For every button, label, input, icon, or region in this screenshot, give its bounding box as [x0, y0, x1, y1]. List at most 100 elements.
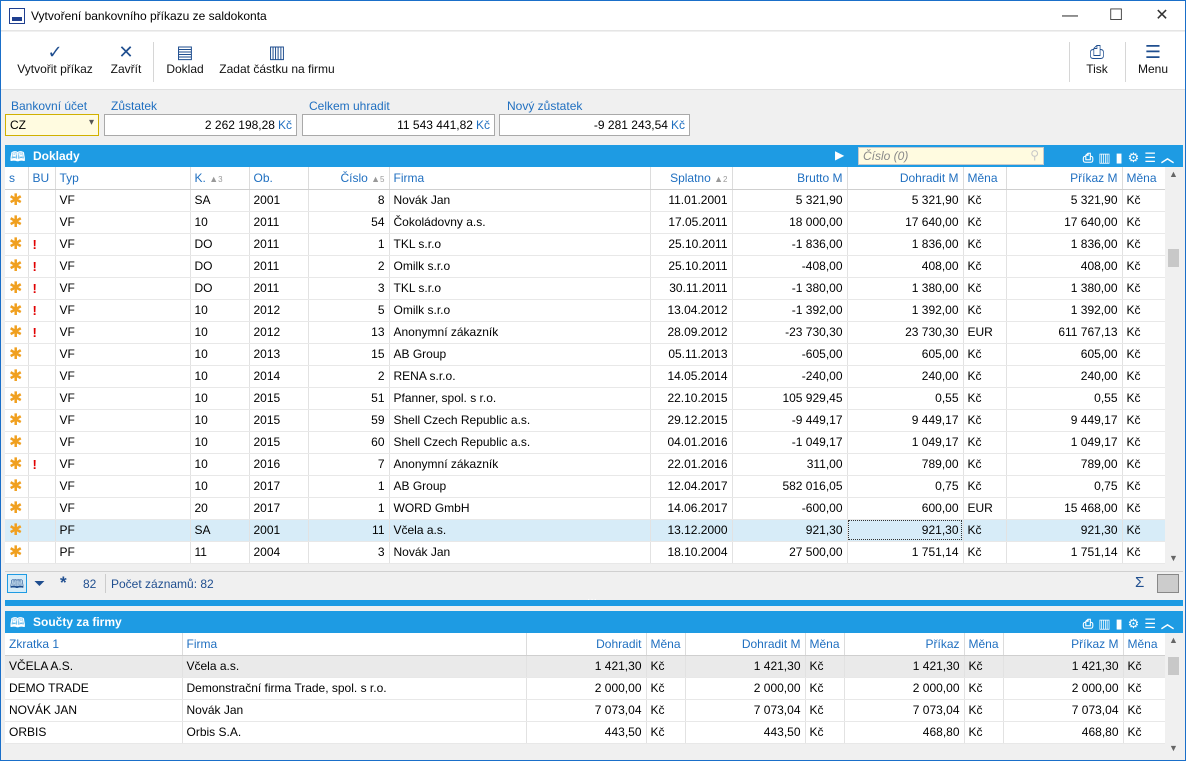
cell-brutto[interactable]: -1 049,17 — [732, 431, 848, 454]
cell-zkratka[interactable]: DEMO TRADE — [5, 677, 183, 700]
cell-dohradit[interactable]: 443,50 — [526, 721, 647, 744]
cell-k[interactable]: 10 — [190, 453, 250, 476]
cell-ob[interactable]: 2017 — [249, 475, 309, 498]
cell-bu[interactable] — [28, 431, 56, 454]
cell-splatno[interactable]: 29.12.2015 — [650, 409, 733, 432]
cell-prikaz[interactable]: 1 380,00 — [1006, 277, 1123, 300]
cell-typ[interactable]: VF — [55, 497, 191, 520]
cell-k[interactable]: DO — [190, 277, 250, 300]
cell-bu[interactable]: ! — [28, 233, 56, 256]
col-firma[interactable]: Firma — [182, 633, 527, 656]
cell-dohraditm[interactable]: 2 000,00 — [685, 677, 806, 700]
cell-bu[interactable]: ! — [28, 255, 56, 278]
cell-splatno[interactable]: 05.11.2013 — [650, 343, 733, 366]
cell-splatno[interactable]: 22.01.2016 — [650, 453, 733, 476]
cell-mena3[interactable]: Kč — [964, 699, 1004, 722]
table-row[interactable]: ✱ VF 10 2017 1 AB Group 12.04.2017 582 016,05 0,… — [5, 475, 1166, 498]
cell-k[interactable]: 10 — [190, 343, 250, 366]
cell-dohradit[interactable]: 5 321,90 — [847, 189, 964, 212]
cell-prikazm[interactable]: 1 421,30 — [1003, 655, 1124, 678]
asterisk-icon[interactable]: * — [60, 573, 67, 593]
col-mena[interactable]: Měna — [805, 633, 845, 656]
cell-mena2[interactable]: Kč — [805, 677, 845, 700]
cell-typ[interactable]: VF — [55, 277, 191, 300]
cell-firma[interactable]: AB Group — [389, 343, 651, 366]
cell-dohradit[interactable]: 23 730,30 — [847, 321, 964, 344]
table-row[interactable]: ✱ VF 10 2014 2 RENA s.r.o. 14.05.2014 -240,00 24… — [5, 365, 1166, 388]
cell-mena[interactable]: Kč — [963, 211, 1007, 234]
cell-mena2[interactable]: Kč — [1122, 255, 1166, 278]
cell-prikaz[interactable]: 7 073,04 — [844, 699, 965, 722]
cell-dohradit[interactable]: 0,75 — [847, 475, 964, 498]
col-mena2[interactable]: Měna — [1122, 167, 1166, 190]
table-row[interactable]: NOVÁK JAN Novák Jan 7 073,04 Kč 7 073,04 Kč 7 … — [5, 699, 1166, 722]
col-splatno[interactable]: Splatno ▲2 — [650, 167, 733, 190]
cell-ob[interactable]: 2011 — [249, 277, 309, 300]
cell-typ[interactable]: VF — [55, 409, 191, 432]
cell-cislo[interactable]: 3 — [308, 541, 390, 564]
cell-mena[interactable]: Kč — [963, 409, 1007, 432]
cell-k[interactable]: DO — [190, 233, 250, 256]
cell-prikaz[interactable]: 1 421,30 — [844, 655, 965, 678]
cell-mena2[interactable]: Kč — [1122, 431, 1166, 454]
sum-icon[interactable]: Σ — [1135, 574, 1144, 591]
table-row[interactable]: ✱! VF DO 2011 2 Omilk s.r.o 25.10.2011 -408,00 4… — [5, 255, 1166, 278]
cell-dohradit[interactable]: 1 380,00 — [847, 277, 964, 300]
cell-mena2[interactable]: Kč — [1122, 365, 1166, 388]
cell-prikaz[interactable]: 17 640,00 — [1006, 211, 1123, 234]
cell-mena2[interactable]: Kč — [805, 699, 845, 722]
cell-brutto[interactable]: -600,00 — [732, 497, 848, 520]
cell-mena2[interactable]: Kč — [1122, 475, 1166, 498]
cell-cislo[interactable]: 13 — [308, 321, 390, 344]
cell-s[interactable]: ✱ — [5, 233, 29, 256]
table-row[interactable]: ✱ VF 10 2015 60 Shell Czech Republic a.s. 04.0… — [5, 431, 1166, 454]
cell-bu[interactable] — [28, 211, 56, 234]
account-select[interactable]: CZ ▾ — [5, 114, 99, 136]
cell-typ[interactable]: VF — [55, 233, 191, 256]
cell-firma[interactable]: TKL s.r.o — [389, 277, 651, 300]
table-row[interactable]: ✱ VF 10 2013 15 AB Group 05.11.2013 -605,00 605,… — [5, 343, 1166, 366]
cell-splatno[interactable]: 28.09.2012 — [650, 321, 733, 344]
cell-prikaz[interactable]: 240,00 — [1006, 365, 1123, 388]
cell-typ[interactable]: VF — [55, 299, 191, 322]
cell-mena[interactable]: Kč — [963, 255, 1007, 278]
cell-cislo[interactable]: 60 — [308, 431, 390, 454]
cell-typ[interactable]: VF — [55, 475, 191, 498]
cell-dohradit[interactable]: 1 421,30 — [526, 655, 647, 678]
cell-prikaz[interactable]: 9 449,17 — [1006, 409, 1123, 432]
cell-k[interactable]: 20 — [190, 497, 250, 520]
cell-s[interactable]: ✱ — [5, 365, 29, 388]
cell-prikaz[interactable]: 789,00 — [1006, 453, 1123, 476]
cell-firma[interactable]: Demonstrační firma Trade, spol. s r.o. — [182, 677, 527, 700]
cell-mena2[interactable]: Kč — [1122, 409, 1166, 432]
cell-ob[interactable]: 2001 — [249, 189, 309, 212]
cell-ob[interactable]: 2011 — [249, 211, 309, 234]
print-button[interactable]: ⎙ Tisk — [1077, 32, 1117, 90]
cell-bu[interactable]: ! — [28, 453, 56, 476]
cell-prikaz[interactable]: 921,30 — [1006, 519, 1123, 542]
cell-k[interactable]: SA — [190, 519, 250, 542]
cell-dohradit[interactable]: 789,00 — [847, 453, 964, 476]
cell-firma[interactable]: Včela a.s. — [389, 519, 651, 542]
cell-k[interactable]: SA — [190, 189, 250, 212]
col-mena[interactable]: Měna — [1123, 633, 1166, 656]
cell-cislo[interactable]: 11 — [308, 519, 390, 542]
cell-prikaz[interactable]: 1 392,00 — [1006, 299, 1123, 322]
close-button[interactable]: ✕ Zavřít — [105, 32, 147, 90]
col-mena[interactable]: Měna — [964, 633, 1004, 656]
cell-mena[interactable]: Kč — [963, 299, 1007, 322]
cell-firma[interactable]: TKL s.r.o — [389, 233, 651, 256]
cell-mena[interactable]: Kč — [963, 453, 1007, 476]
col-bu[interactable]: BU — [28, 167, 56, 190]
col-prikaz[interactable]: Příkaz — [844, 633, 965, 656]
cell-s[interactable]: ✱ — [5, 475, 29, 498]
cell-s[interactable]: ✱ — [5, 453, 29, 476]
cell-brutto[interactable]: 5 321,90 — [732, 189, 848, 212]
cell-splatno[interactable]: 25.10.2011 — [650, 255, 733, 278]
cell-dohradit[interactable]: 1 751,14 — [847, 541, 964, 564]
table-row[interactable]: VČELA A.S. Včela a.s. 1 421,30 Kč 1 421,30 Kč… — [5, 655, 1166, 678]
cell-dohraditm[interactable]: 1 421,30 — [685, 655, 806, 678]
table-row[interactable]: ✱ VF 10 2015 51 Pfanner, spol. s r.o. 22.10.20… — [5, 387, 1166, 410]
cell-brutto[interactable]: -9 449,17 — [732, 409, 848, 432]
cell-firma[interactable]: Omilk s.r.o — [389, 255, 651, 278]
